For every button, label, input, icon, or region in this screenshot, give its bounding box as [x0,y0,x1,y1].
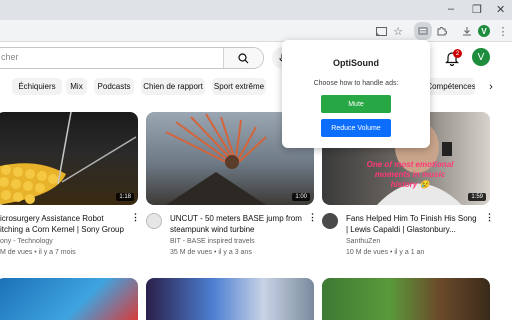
minimize-button[interactable]: – [448,3,454,15]
video-channel-name[interactable]: BIT - BASE inspired travels [170,238,255,245]
optisound-extension-icon[interactable] [414,22,432,40]
video-channel-name[interactable]: ony - Technology [0,238,53,245]
window-titlebar: – ❐ ✕ [0,0,512,20]
chip-podcasts[interactable]: Podcasts [94,78,134,95]
video-thumbnail[interactable] [0,278,138,320]
channel-avatar[interactable] [322,213,338,229]
thumbnail-overlay-text: One of most emotional moments in music h… [366,160,454,189]
video-thumbnail[interactable] [146,278,314,320]
video-title-line[interactable]: itching a Corn Kernel | Sony Group [0,224,124,235]
video-thumbnail[interactable]: 1:18 [0,112,138,205]
cast-icon[interactable] [374,24,388,38]
browser-menu-icon[interactable]: ⋮ [496,24,510,38]
channel-avatar[interactable] [146,213,162,229]
video-thumbnail[interactable] [322,278,490,320]
notification-count-badge: 2 [453,49,462,58]
video-title-line[interactable]: UNCUT - 50 meters BASE jump from [170,213,302,224]
video-duration: 1:18 [116,193,134,201]
video-duration: 1:00 [292,193,310,201]
video-more-icon[interactable]: ⋮ [308,212,317,223]
mute-button[interactable]: Mute [321,95,391,113]
video-title-line[interactable]: | Lewis Capaldi | Glastonbury... [346,224,456,235]
extensions-puzzle-icon[interactable] [435,24,449,38]
video-more-icon[interactable]: ⋮ [131,212,140,223]
reduce-volume-button[interactable]: Reduce Volume [321,119,391,137]
video-duration: 1:59 [468,193,486,201]
video-view-meta: 10 M de vues • il y a 1 an [346,249,425,256]
search-input[interactable]: cher [1,52,19,62]
bookmark-star-icon[interactable]: ☆ [391,24,405,38]
optisound-popup: OptiSound Choose how to handle ads: Mute… [282,40,430,148]
chip-sport-extreme[interactable]: Sport extrême [212,78,266,95]
video-title-line[interactable]: Fans Helped Him To Finish His Song [346,213,477,224]
video-view-meta: 35 M de vues • il y a 3 ans [170,249,252,256]
close-window-button[interactable]: ✕ [496,3,505,16]
maximize-button[interactable]: ❐ [472,3,482,16]
search-button[interactable] [223,48,263,68]
popup-title: OptiSound [333,58,379,68]
account-avatar[interactable]: V [472,48,490,66]
video-title-line[interactable]: icrosurgery Assistance Robot [0,213,104,224]
video-view-meta: M de vues • il y a 7 mois [0,249,76,256]
browser-profile-avatar[interactable]: V [478,25,490,37]
search-icon [238,52,249,63]
browser-toolbar: ☆ V ⋮ [0,20,512,42]
video-channel-name[interactable]: SanthuZen [346,238,380,245]
chip-chien-de-rapport[interactable]: Chien de rapport [141,78,205,95]
video-more-icon[interactable]: ⋮ [485,212,494,223]
download-icon[interactable] [460,24,474,38]
chip-echiquiers[interactable]: Échiquiers [12,78,62,95]
search-box[interactable]: cher [0,47,264,69]
chip-mix[interactable]: Mix [66,78,87,95]
video-title-line[interactable]: steampunk wind turbine [170,224,255,235]
popup-subtitle: Choose how to handle ads: [313,80,399,87]
chip-competences[interactable]: Compétences [427,78,475,95]
chevron-right-icon[interactable]: › [484,78,498,95]
